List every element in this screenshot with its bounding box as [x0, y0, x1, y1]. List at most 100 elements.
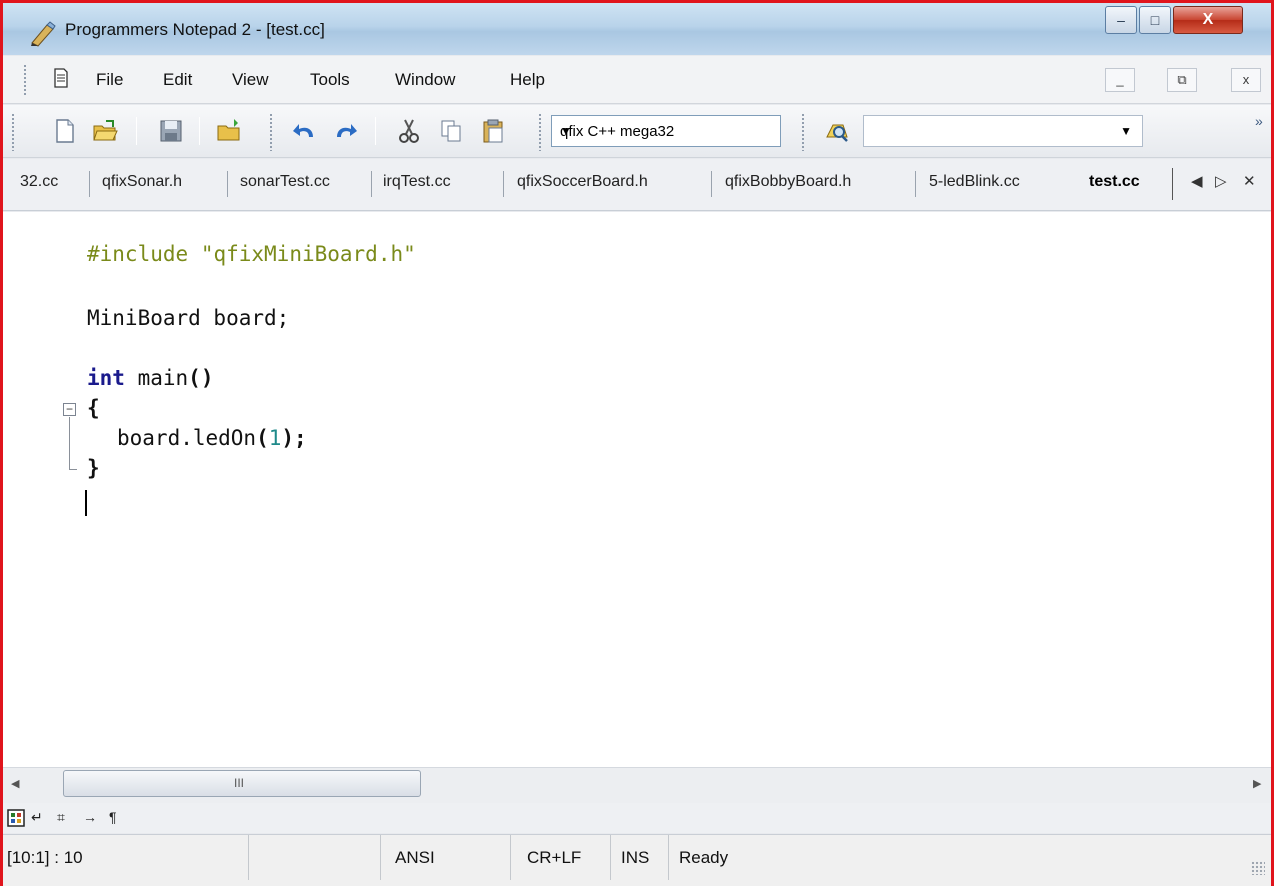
status-panel-line-endings: CR+LF: [511, 835, 611, 880]
tab-qfixbobbyboard-h[interactable]: qfixBobbyBoard.h: [725, 173, 851, 191]
code-editor[interactable]: #include "qfixMiniBoard.h" MiniBoard boa…: [3, 212, 1271, 767]
call-lparen: (: [256, 426, 269, 450]
call-rparen: );: [281, 426, 307, 450]
tab-test-cc-active[interactable]: test.cc: [1089, 173, 1140, 191]
open-project-icon[interactable]: [215, 117, 243, 145]
tab-irqtest-cc[interactable]: irqTest.cc: [383, 173, 451, 191]
code-line-call: board.ledOn(1);: [117, 426, 307, 450]
scrollbar-grip: III: [234, 776, 245, 790]
fold-toggle-icon[interactable]: −: [63, 403, 76, 416]
tab-separator: [503, 171, 504, 197]
tab-qfixsonar-h[interactable]: qfixSonar.h: [102, 173, 182, 191]
tab-qfixsoccerboard-h[interactable]: qfixSoccerBoard.h: [517, 173, 648, 191]
scrollbar-thumb[interactable]: III: [63, 770, 421, 797]
window-title: Programmers Notepad 2 - [test.cc]: [65, 20, 325, 39]
minimize-button[interactable]: –: [1105, 6, 1137, 34]
toolbar: qfix C++ mega32 ▼ ▼ »: [3, 105, 1271, 158]
text-caret: [85, 490, 87, 516]
chevron-down-icon: ▼: [560, 124, 572, 138]
status-panel-position: [10:1] : 10: [3, 835, 249, 880]
resize-grip-icon[interactable]: [1251, 861, 1265, 875]
mdi-close-button[interactable]: x: [1231, 68, 1261, 92]
toolbar-grip-handle[interactable]: [801, 113, 805, 151]
code-close-brace: }: [87, 456, 100, 480]
code-line-main: int main(): [87, 366, 213, 390]
main-parens: (): [188, 366, 214, 390]
menu-file[interactable]: File: [96, 70, 123, 90]
status-panel-mode: INS: [611, 835, 669, 880]
toolbar-separator: [136, 117, 137, 145]
toolbar-grip-handle[interactable]: [538, 113, 542, 151]
cut-icon[interactable]: [395, 117, 423, 145]
editor-gutter[interactable]: [3, 212, 83, 767]
close-icon: X: [1202, 11, 1214, 28]
find-icon[interactable]: [823, 117, 851, 145]
tab-separator: [915, 171, 916, 197]
save-icon[interactable]: [157, 117, 185, 145]
redo-icon[interactable]: [331, 117, 359, 145]
status-message: Ready: [679, 848, 729, 867]
minimize-icon: –: [1117, 12, 1125, 28]
tab-strip: 32.cc qfixSonar.h sonarTest.cc irqTest.c…: [3, 159, 1271, 211]
horizontal-scrollbar[interactable]: ◀ III ▶: [3, 767, 1271, 803]
menu-edit[interactable]: Edit: [163, 70, 192, 90]
toolbar-grip-handle[interactable]: [11, 113, 15, 151]
new-file-icon[interactable]: [51, 117, 79, 145]
word-wrap-icon[interactable]: ↵: [31, 809, 43, 826]
find-combobox[interactable]: ▼: [863, 115, 1143, 147]
scroll-left-icon[interactable]: ◀: [11, 777, 19, 790]
tab-separator: [227, 171, 228, 197]
int-keyword: int: [87, 366, 125, 390]
document-icon[interactable]: [53, 68, 69, 88]
title-bar[interactable]: Programmers Notepad 2 - [test.cc] – □ X: [3, 3, 1271, 55]
main-identifier: main: [137, 366, 189, 390]
insert-mode-label: INS: [621, 848, 650, 867]
mdi-minimize-button[interactable]: _: [1105, 68, 1135, 92]
app-icon: [31, 21, 56, 47]
tab-separator: [371, 171, 372, 197]
maximize-button[interactable]: □: [1139, 6, 1171, 34]
toolbar-overflow-icon[interactable]: »: [1255, 113, 1263, 129]
include-string: "qfixMiniBoard.h": [200, 242, 416, 266]
menu-view[interactable]: View: [232, 70, 269, 90]
call-expression: board.ledOn: [117, 426, 257, 450]
tab-32-cc[interactable]: 32.cc: [20, 173, 58, 191]
undo-icon[interactable]: [291, 117, 319, 145]
toolbar-separator: [199, 117, 200, 145]
show-eol-icon[interactable]: ¶: [109, 809, 117, 825]
code-line-declaration: MiniBoard board;: [87, 306, 290, 330]
close-button[interactable]: X: [1173, 6, 1243, 34]
copy-icon[interactable]: [437, 117, 465, 145]
encoding-label: ANSI: [395, 848, 435, 867]
output-window-icon[interactable]: [7, 809, 25, 827]
fold-end: [69, 469, 77, 470]
menu-help[interactable]: Help: [510, 70, 545, 90]
tab-scroll-left-icon[interactable]: ◀: [1191, 172, 1203, 190]
mdi-restore-button[interactable]: ⧉: [1167, 68, 1197, 92]
menu-tools[interactable]: Tools: [310, 70, 350, 90]
code-line-include: #include "qfixMiniBoard.h": [87, 242, 416, 266]
show-tabs-icon[interactable]: →: [83, 809, 97, 825]
open-folder-icon[interactable]: [91, 117, 119, 145]
scheme-select[interactable]: qfix C++ mega32 ▼: [551, 115, 781, 147]
tab-separator: [1172, 168, 1173, 200]
tab-scroll-right-icon[interactable]: ▷: [1215, 172, 1227, 190]
line-numbers-icon[interactable]: ⌗: [57, 809, 65, 826]
tab-sonartest-cc[interactable]: sonarTest.cc: [240, 173, 330, 191]
call-argument: 1: [268, 426, 282, 450]
status-panel-encoding: ANSI: [381, 835, 511, 880]
tab-5-ledblink-cc[interactable]: 5-ledBlink.cc: [929, 173, 1020, 191]
toolbar-grip-handle[interactable]: [269, 113, 273, 151]
tab-close-icon[interactable]: ✕: [1243, 172, 1256, 190]
paste-icon[interactable]: [479, 117, 507, 145]
menu-bar: File Edit View Tools Window Help _ ⧉ x: [3, 56, 1271, 104]
tab-separator: [711, 171, 712, 197]
chevron-down-icon: ▼: [1120, 124, 1132, 138]
include-keyword: #include: [87, 242, 189, 266]
toolbar-separator: [375, 117, 376, 145]
view-toolbar: ↵ ⌗ → ¶: [3, 803, 1271, 833]
menu-window[interactable]: Window: [395, 70, 455, 90]
menu-grip-handle[interactable]: [23, 64, 27, 96]
scroll-right-icon[interactable]: ▶: [1253, 777, 1261, 790]
tab-separator: [89, 171, 90, 197]
